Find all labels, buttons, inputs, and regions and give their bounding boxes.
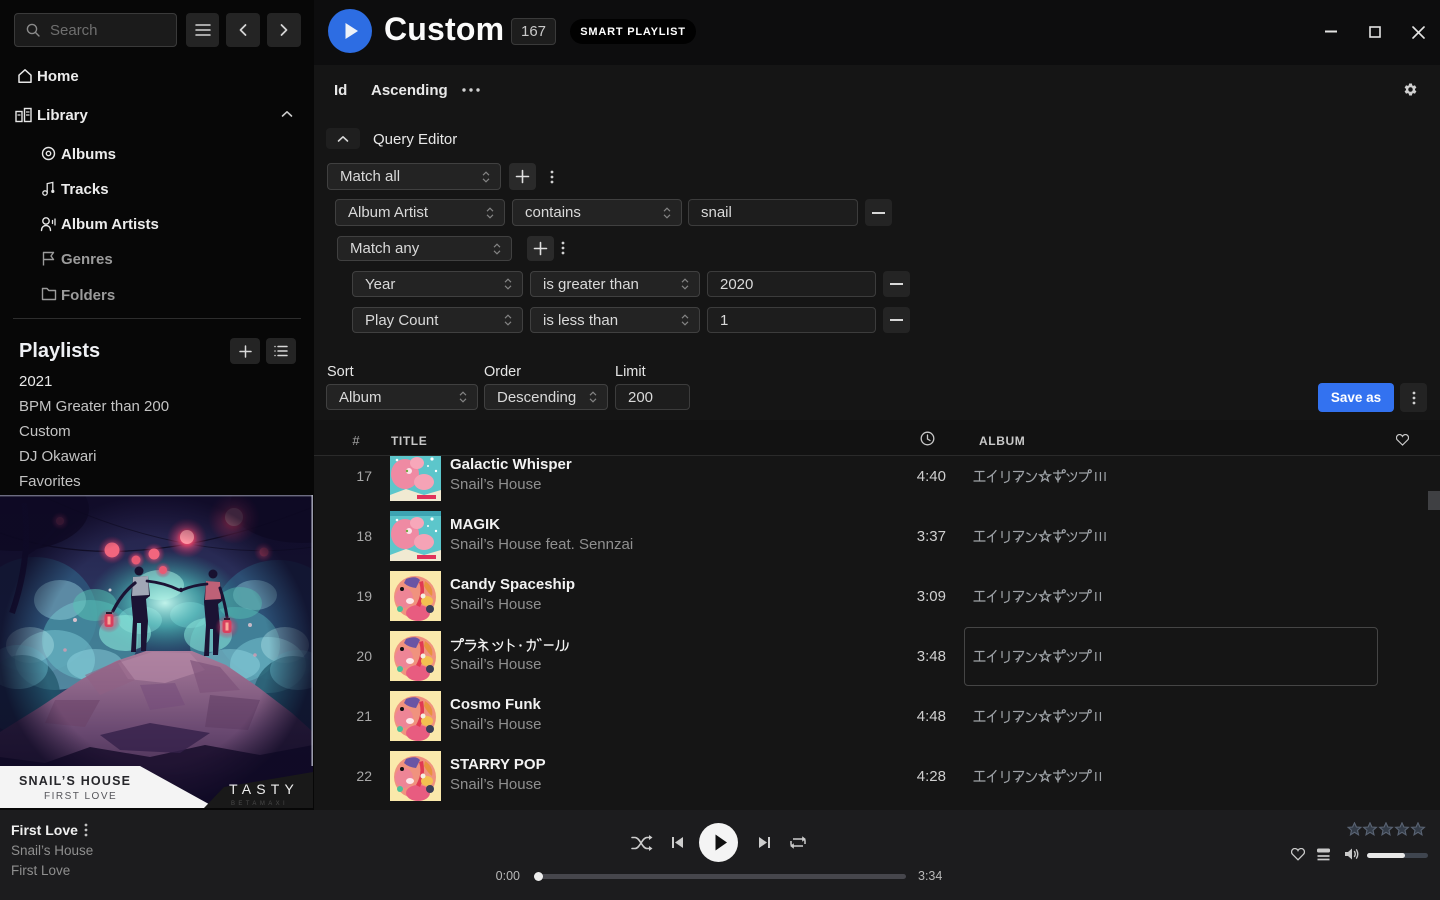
svg-text:TASTY: TASTY	[229, 781, 299, 797]
svg-text:BETAMAXI: BETAMAXI	[231, 801, 288, 807]
svg-text:FIRST LOVE: FIRST LOVE	[44, 791, 117, 802]
svg-text:SNAIL’S HOUSE: SNAIL’S HOUSE	[19, 774, 131, 788]
